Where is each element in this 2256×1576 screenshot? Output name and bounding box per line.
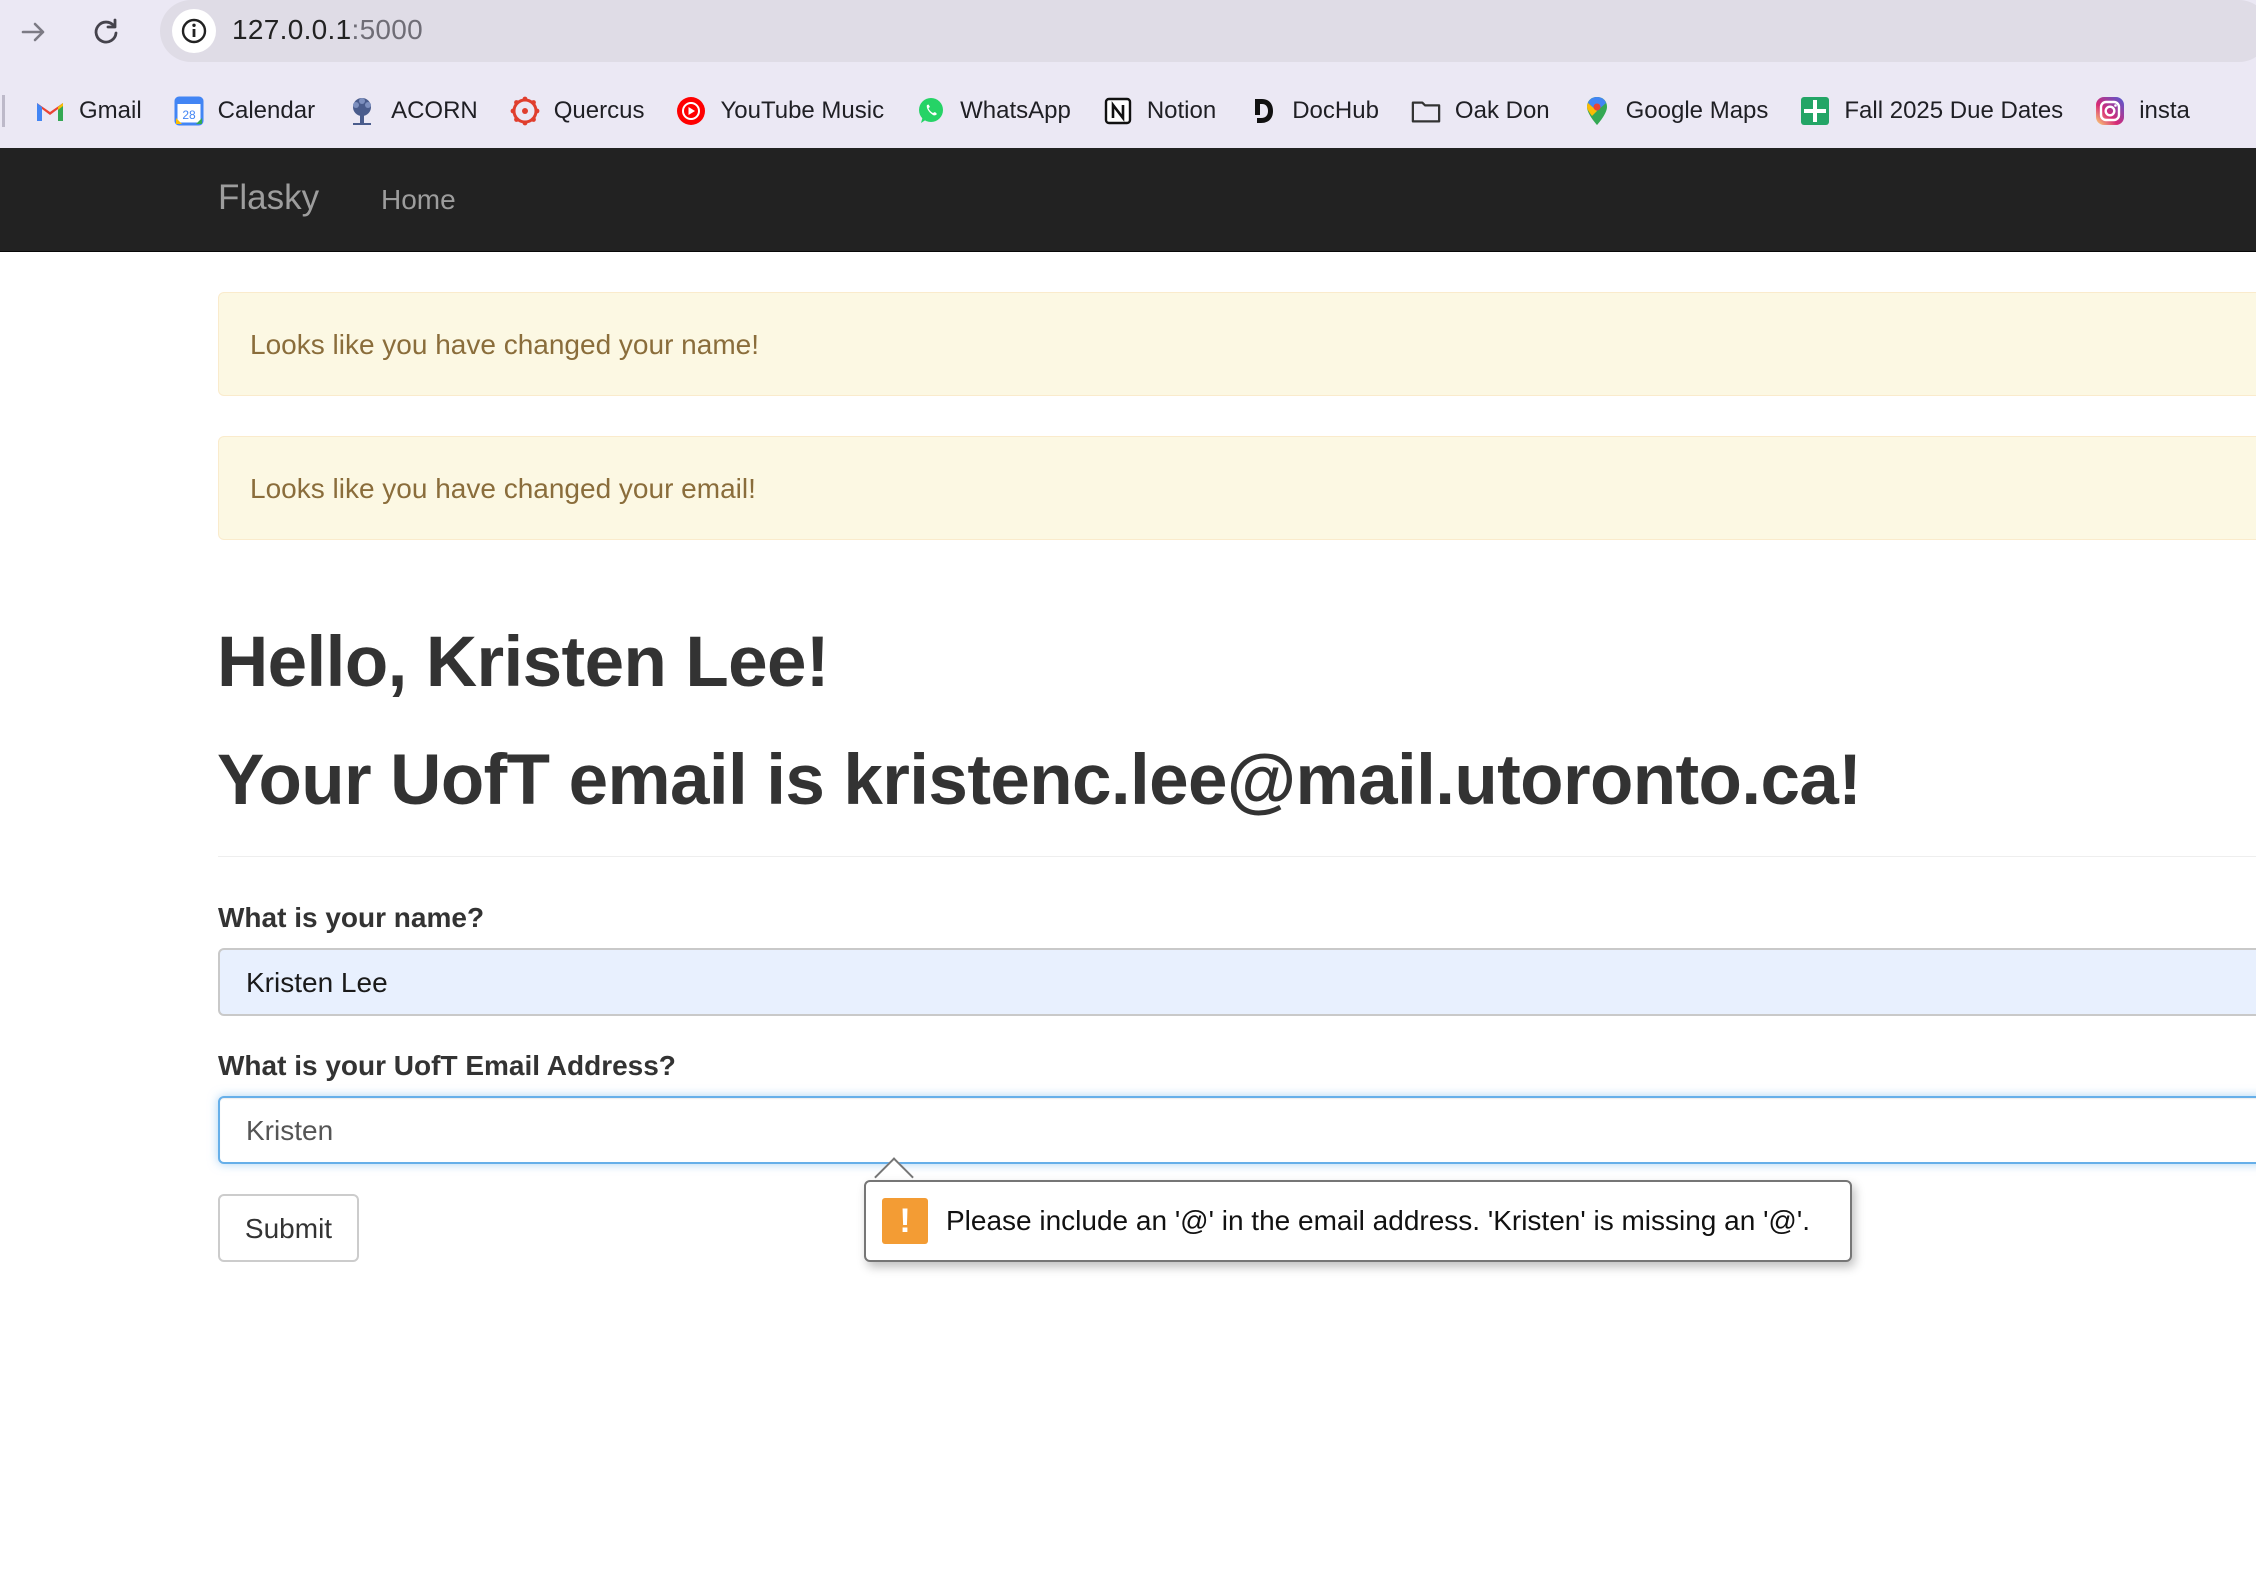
bookmark-calendar[interactable]: 28 Calendar: [174, 86, 315, 136]
bookmarks-separator: [2, 95, 5, 127]
folder-icon: [1411, 96, 1441, 126]
site-navbar: Flasky Home: [0, 148, 2256, 252]
bookmark-instagram[interactable]: insta: [2095, 86, 2190, 136]
url-text: 127.0.0.1:5000: [232, 14, 424, 45]
bookmark-dochub[interactable]: DocHub: [1248, 86, 1379, 136]
youtube-music-icon: [676, 96, 706, 126]
forward-arrow-icon[interactable]: [12, 10, 56, 54]
submit-button[interactable]: Submit: [218, 1194, 359, 1262]
bookmarks-bar: Gmail 28 Calendar ACORN Quercus YouTube …: [0, 86, 2256, 136]
alert-name-changed: Looks like you have changed your name!: [218, 292, 2256, 396]
instagram-icon: [2095, 96, 2125, 126]
gmail-icon: [35, 96, 65, 126]
svg-text:28: 28: [182, 108, 196, 122]
validation-tooltip: ! Please include an '@' in the email add…: [864, 1180, 1852, 1262]
greeting-heading: Hello, Kristen Lee!: [217, 623, 830, 702]
email-label: What is your UofT Email Address?: [218, 1050, 676, 1081]
notion-icon: [1103, 96, 1133, 126]
bookmark-google-maps[interactable]: Google Maps: [1582, 86, 1768, 136]
bookmark-gmail[interactable]: Gmail: [35, 86, 142, 136]
address-row: 127.0.0.1:5000: [0, 0, 2256, 64]
email-heading: Your UofT email is kristenc.lee@mail.uto…: [217, 741, 1862, 820]
bookmark-notion[interactable]: Notion: [1103, 86, 1216, 136]
acorn-icon: [347, 96, 377, 126]
navbar-brand[interactable]: Flasky: [218, 178, 319, 218]
sheets-icon: [1800, 96, 1830, 126]
nav-link-home[interactable]: Home: [381, 184, 456, 216]
bookmark-acorn[interactable]: ACORN: [347, 86, 478, 136]
email-input[interactable]: Kristen: [218, 1096, 2256, 1164]
bookmark-oak-don[interactable]: Oak Don: [1411, 86, 1550, 136]
warning-icon: !: [882, 1198, 928, 1244]
address-bar[interactable]: 127.0.0.1:5000: [160, 0, 2256, 62]
alert-email-changed: Looks like you have changed your email!: [218, 436, 2256, 540]
quercus-icon: [510, 96, 540, 126]
whatsapp-icon: [916, 96, 946, 126]
bookmark-youtube-music[interactable]: YouTube Music: [676, 86, 884, 136]
reload-icon[interactable]: [84, 10, 128, 54]
bookmark-whatsapp[interactable]: WhatsApp: [916, 86, 1071, 136]
calendar-icon: 28: [174, 96, 204, 126]
google-maps-icon: [1582, 96, 1612, 126]
validation-message: Please include an '@' in the email addre…: [946, 1205, 1810, 1236]
name-input[interactable]: Kristen Lee: [218, 948, 2256, 1016]
browser-chrome: 127.0.0.1:5000 Gmail 28 Calendar ACORN Q…: [0, 0, 2256, 148]
name-label: What is your name?: [218, 902, 485, 933]
dochub-icon: [1248, 96, 1278, 126]
header-divider: [218, 856, 2256, 857]
bookmark-fall-2025-due-dates[interactable]: Fall 2025 Due Dates: [1800, 86, 2063, 136]
site-info-icon[interactable]: [172, 9, 216, 53]
bookmark-quercus[interactable]: Quercus: [510, 86, 644, 136]
